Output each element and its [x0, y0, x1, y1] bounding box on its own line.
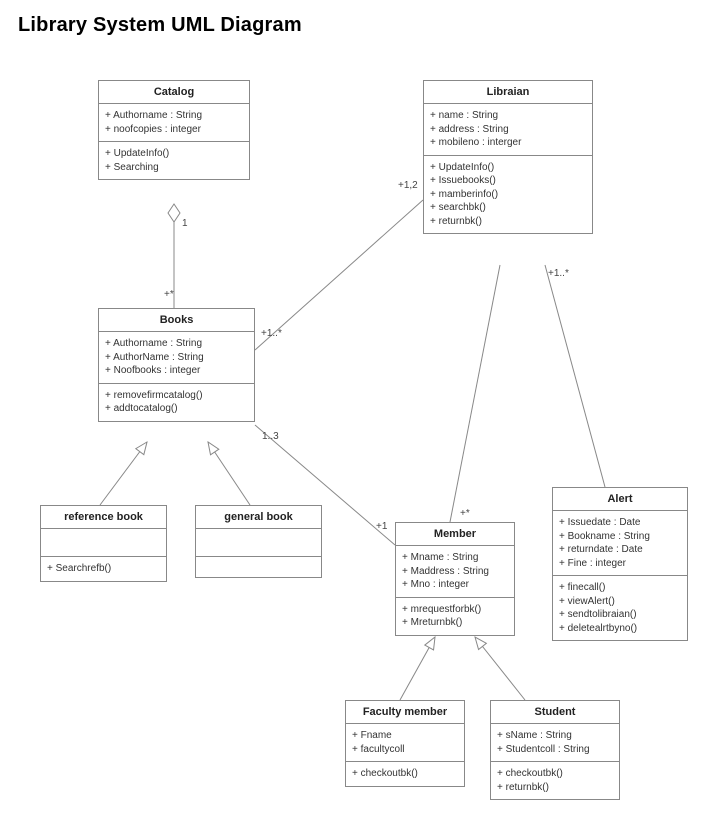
op-row: + Issuebooks() [430, 174, 586, 188]
class-general-book-attrs [196, 529, 321, 557]
op-row: + finecall() [559, 581, 681, 595]
class-librarian-attrs: + name : String + address : String + mob… [424, 104, 592, 156]
attr-row: + Noofbooks : integer [105, 364, 248, 378]
class-general-book-name: general book [196, 506, 321, 529]
class-librarian-name: Libraian [424, 81, 592, 104]
attr-row: + name : String [430, 109, 586, 123]
op-row: + checkoutbk() [352, 767, 458, 781]
op-row: + Searching [105, 161, 243, 175]
mult-books-lib-two: +1,2 [398, 180, 418, 191]
mult-books-member-two: +1 [376, 521, 387, 532]
class-alert: Alert + Issuedate : Date + Bookname : St… [552, 487, 688, 641]
class-member-attrs: + Mname : String + Maddress : String + M… [396, 546, 514, 598]
class-general-book-ops [196, 557, 321, 577]
attr-row: + Authorname : String [105, 337, 248, 351]
class-catalog-attrs: + Authorname : String + noofcopies : int… [99, 104, 249, 142]
mult-lib-member: +* [460, 508, 470, 519]
attr-row: + Issuedate : Date [559, 516, 681, 530]
attr-row: + Bookname : String [559, 530, 681, 544]
op-row: + deletealrtbyno() [559, 622, 681, 636]
class-member: Member + Mname : String + Maddress : Str… [395, 522, 515, 636]
op-row: + mrequestforbk() [402, 603, 508, 617]
class-reference-book-ops: + Searchrefb() [41, 557, 166, 581]
attr-row: + mobileno : interger [430, 136, 586, 150]
attr-row: + Fname [352, 729, 458, 743]
attr-row: + Studentcoll : String [497, 743, 613, 757]
attr-row: + facultycoll [352, 743, 458, 757]
page-title: Library System UML Diagram [18, 14, 302, 37]
class-student-attrs: + sName : String + Studentcoll : String [491, 724, 619, 762]
class-student: Student + sName : String + Studentcoll :… [490, 700, 620, 800]
class-librarian-ops: + UpdateInfo() + Issuebooks() + mamberin… [424, 156, 592, 234]
mult-lib-alert: +1..* [548, 268, 569, 279]
op-row: + addtocatalog() [105, 402, 248, 416]
op-row: + removefirmcatalog() [105, 389, 248, 403]
class-books-ops: + removefirmcatalog() + addtocatalog() [99, 384, 254, 421]
class-member-ops: + mrequestforbk() + Mreturnbk() [396, 598, 514, 635]
mult-books-star: +* [164, 289, 174, 300]
op-row: + checkoutbk() [497, 767, 613, 781]
attr-row: + AuthorName : String [105, 351, 248, 365]
op-row: + returnbk() [497, 781, 613, 795]
mult-books-lib-one: +1..* [261, 328, 282, 339]
attr-row: + sName : String [497, 729, 613, 743]
class-student-ops: + checkoutbk() + returnbk() [491, 762, 619, 799]
attr-row: + noofcopies : integer [105, 123, 243, 137]
class-alert-ops: + finecall() + viewAlert() + sendtolibra… [553, 576, 687, 640]
class-general-book: general book [195, 505, 322, 578]
attr-row: + Fine : integer [559, 557, 681, 571]
op-row: + UpdateInfo() [430, 161, 586, 175]
class-books-attrs: + Authorname : String + AuthorName : Str… [99, 332, 254, 384]
class-librarian: Libraian + name : String + address : Str… [423, 80, 593, 234]
op-row: + sendtolibraian() [559, 608, 681, 622]
attr-row: + address : String [430, 123, 586, 137]
class-student-name: Student [491, 701, 619, 724]
op-row: + Searchrefb() [47, 562, 160, 576]
class-faculty-member-name: Faculty member [346, 701, 464, 724]
class-reference-book-name: reference book [41, 506, 166, 529]
class-catalog-ops: + UpdateInfo() + Searching [99, 142, 249, 179]
attr-row: + Mno : integer [402, 578, 508, 592]
mult-books-member-one: 1..3 [262, 431, 279, 442]
op-row: + mamberinfo() [430, 188, 586, 202]
class-books: Books + Authorname : String + AuthorName… [98, 308, 255, 422]
class-member-name: Member [396, 523, 514, 546]
class-faculty-member: Faculty member + Fname + facultycoll + c… [345, 700, 465, 787]
class-catalog: Catalog + Authorname : String + noofcopi… [98, 80, 250, 180]
attr-row: + Maddress : String [402, 565, 508, 579]
class-catalog-name: Catalog [99, 81, 249, 104]
class-alert-attrs: + Issuedate : Date + Bookname : String +… [553, 511, 687, 576]
op-row: + searchbk() [430, 201, 586, 215]
attr-row: + Authorname : String [105, 109, 243, 123]
class-reference-book-attrs [41, 529, 166, 557]
op-row: + viewAlert() [559, 595, 681, 609]
op-row: + Mreturnbk() [402, 616, 508, 630]
class-alert-name: Alert [553, 488, 687, 511]
class-faculty-member-attrs: + Fname + facultycoll [346, 724, 464, 762]
mult-catalog-one: 1 [182, 218, 188, 229]
attr-row: + Mname : String [402, 551, 508, 565]
class-books-name: Books [99, 309, 254, 332]
op-row: + returnbk() [430, 215, 586, 229]
attr-row: + returndate : Date [559, 543, 681, 557]
class-reference-book: reference book + Searchrefb() [40, 505, 167, 582]
class-faculty-member-ops: + checkoutbk() [346, 762, 464, 786]
op-row: + UpdateInfo() [105, 147, 243, 161]
